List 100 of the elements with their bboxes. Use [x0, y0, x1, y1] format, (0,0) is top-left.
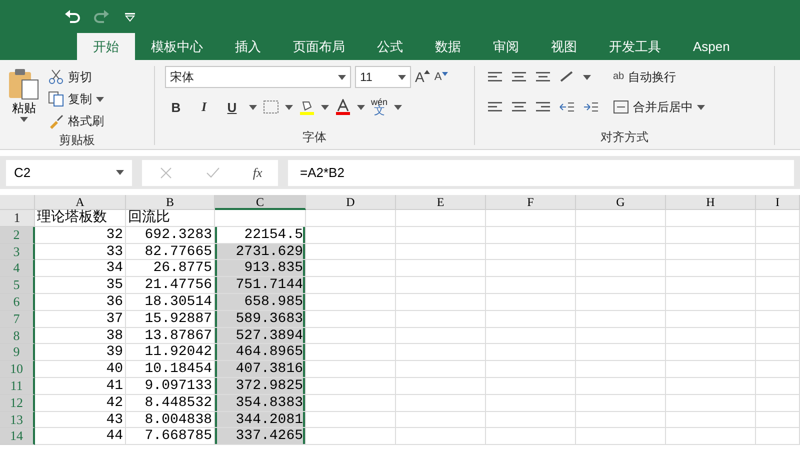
- caret-icon[interactable]: [357, 104, 365, 110]
- row-header[interactable]: 4: [0, 260, 35, 278]
- table-cell: 2731.629: [215, 244, 306, 260]
- table-cell: 15.92887: [126, 310, 215, 328]
- merge-center-button[interactable]: 合并后居中: [613, 96, 705, 118]
- caret-icon[interactable]: [338, 74, 346, 80]
- customize-icon[interactable]: [124, 12, 136, 22]
- caret-icon[interactable]: [285, 104, 293, 110]
- empty-cell: [756, 310, 800, 328]
- row-header[interactable]: 1: [0, 210, 35, 227]
- table-cell: 43: [35, 412, 126, 428]
- table-cell: 18.30514: [126, 294, 215, 311]
- table-cell: 41: [35, 378, 126, 395]
- ribbon-tab[interactable]: 页面布局: [277, 33, 361, 60]
- ribbon-tab[interactable]: 插入: [219, 33, 277, 60]
- empty-cell: [756, 412, 800, 428]
- bold-button[interactable]: B: [165, 100, 187, 114]
- empty-cell: [756, 210, 800, 227]
- insert-function-button[interactable]: fx: [252, 166, 262, 179]
- name-box[interactable]: C2: [6, 160, 132, 186]
- format-painter-button[interactable]: 格式刷: [48, 110, 104, 132]
- ribbon-tab[interactable]: 开始: [77, 33, 135, 60]
- underline-button[interactable]: U: [221, 100, 243, 114]
- scissors-icon[interactable]: [48, 69, 64, 85]
- row-header[interactable]: 12: [0, 394, 35, 412]
- table-cell: 10.18454: [126, 361, 215, 378]
- fill-color-icon[interactable]: [299, 99, 315, 115]
- ribbon-tab[interactable]: 开发工具: [593, 33, 677, 60]
- clipboard-icon[interactable]: [7, 66, 41, 100]
- empty-cell: [756, 344, 800, 362]
- copy-icon[interactable]: [48, 91, 64, 107]
- caret-icon[interactable]: [394, 104, 402, 110]
- copy-button[interactable]: 复制: [48, 88, 104, 110]
- row-header[interactable]: 10: [0, 361, 35, 378]
- undo-icon[interactable]: [64, 8, 80, 24]
- paste-button[interactable]: 粘贴: [6, 66, 42, 132]
- grow-font-button[interactable]: A: [415, 70, 430, 84]
- caret-icon[interactable]: [321, 104, 329, 110]
- column-header[interactable]: I: [756, 195, 800, 210]
- row-header[interactable]: 9: [0, 344, 35, 362]
- empty-cell: [756, 328, 800, 344]
- table-cell: 33: [35, 244, 126, 260]
- column-header[interactable]: E: [396, 195, 486, 210]
- ribbon-tab[interactable]: 公式: [361, 33, 419, 60]
- column-header[interactable]: A: [35, 195, 126, 210]
- brush-icon[interactable]: [48, 113, 64, 129]
- caret-icon[interactable]: [249, 104, 257, 110]
- table-cell: 354.8383: [215, 394, 306, 412]
- caret-down-icon: [442, 72, 448, 76]
- wrap-text-button[interactable]: ab 自动换行: [613, 66, 705, 88]
- row-header[interactable]: 7: [0, 310, 35, 328]
- column-header[interactable]: H: [666, 195, 756, 210]
- ribbon-tab[interactable]: Aspen: [677, 33, 746, 60]
- column-header[interactable]: D: [306, 195, 396, 210]
- font-name-field[interactable]: 宋体: [165, 66, 351, 88]
- row-header[interactable]: 14: [0, 428, 35, 446]
- column-header[interactable]: B: [126, 195, 215, 210]
- table-cell: 36: [35, 294, 126, 311]
- caret-icon[interactable]: [697, 104, 705, 110]
- font-color-icon[interactable]: [335, 99, 351, 115]
- phonetic-button[interactable]: wén 文: [371, 98, 388, 116]
- empty-cell: [756, 260, 800, 278]
- row-header[interactable]: 11: [0, 378, 35, 395]
- formula-field[interactable]: =A2*B2: [288, 160, 794, 186]
- border-icon[interactable]: [263, 99, 279, 115]
- ribbon-tab[interactable]: 数据: [419, 33, 477, 60]
- table-cell: 337.4265: [215, 428, 306, 446]
- table-cell: 372.9825: [215, 378, 306, 395]
- table-cell: 464.8965: [215, 344, 306, 362]
- ribbon-tab[interactable]: 审阅: [477, 33, 535, 60]
- caret-icon[interactable]: [96, 96, 104, 102]
- row-header[interactable]: 13: [0, 412, 35, 428]
- column-header[interactable]: G: [576, 195, 666, 210]
- table-cell: 8.448532: [126, 394, 215, 412]
- row-header[interactable]: 3: [0, 244, 35, 260]
- shrink-font-button[interactable]: A: [434, 72, 448, 82]
- merge-cells-icon[interactable]: [613, 99, 629, 115]
- row-header[interactable]: 6: [0, 294, 35, 311]
- caret-icon[interactable]: [583, 74, 591, 80]
- table-cell: 751.7144: [215, 277, 306, 294]
- row-header[interactable]: 8: [0, 328, 35, 344]
- column-header[interactable]: F: [486, 195, 576, 210]
- italic-button[interactable]: I: [193, 99, 215, 115]
- row-header[interactable]: 5: [0, 277, 35, 294]
- cut-button[interactable]: 剪切: [48, 66, 104, 88]
- ribbon-tab[interactable]: 视图: [535, 33, 593, 60]
- ribbon-tab[interactable]: 模板中心: [135, 33, 219, 60]
- column-header[interactable]: C: [215, 195, 306, 210]
- table-cell: 39: [35, 344, 126, 362]
- table-cell: 82.77665: [126, 244, 215, 260]
- caret-icon[interactable]: [398, 74, 406, 80]
- table-cell: 589.3683: [215, 310, 306, 328]
- caret-icon[interactable]: [116, 170, 124, 175]
- table-cell: 35: [35, 277, 126, 294]
- row-header[interactable]: 2: [0, 226, 35, 244]
- table-cell: 11.92042: [126, 344, 215, 362]
- font-size-field[interactable]: 11: [355, 66, 411, 88]
- empty-cell: [756, 361, 800, 378]
- table-cell: 理论塔板数: [35, 210, 126, 227]
- caret-icon[interactable]: [20, 117, 28, 122]
